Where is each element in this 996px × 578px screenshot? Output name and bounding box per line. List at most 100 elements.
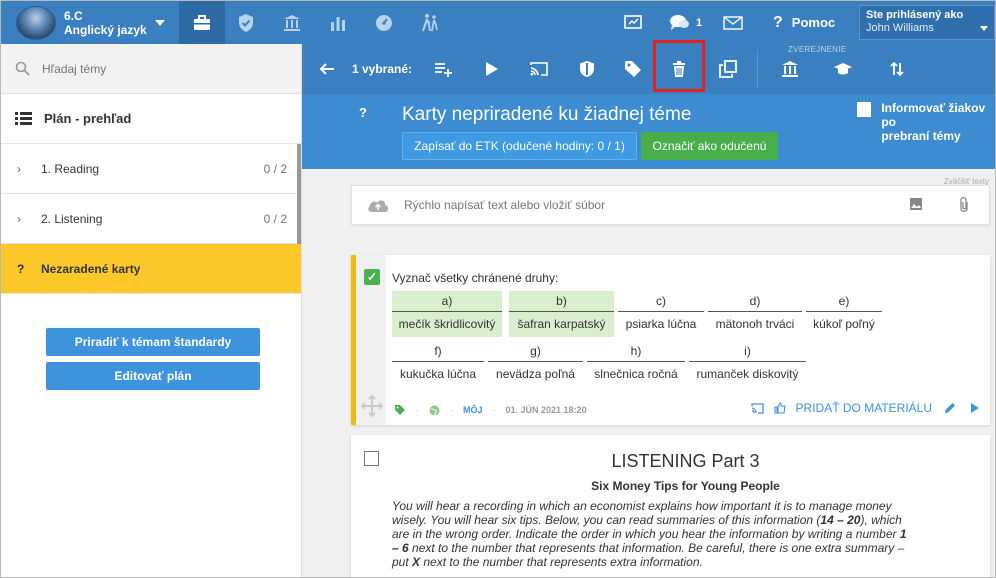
chevron-right-icon: ›: [17, 161, 21, 176]
sidebar-item-label: 1. Reading: [41, 161, 100, 176]
globe-icon[interactable]: [429, 405, 440, 416]
edit-plan-button[interactable]: Editovať plán: [46, 362, 260, 390]
chat-icon[interactable]: 1: [669, 1, 702, 44]
option-letter: c): [618, 291, 704, 312]
class-name: Anglický jazyk: [64, 22, 147, 37]
attachment-icon[interactable]: [958, 197, 970, 213]
option-text: kukučka lúčna: [399, 367, 477, 381]
user-label: Ste prihlásený ako: [866, 9, 964, 21]
quick-input[interactable]: Rýchlo napísať text alebo vložiť súbor: [351, 185, 990, 225]
play-icon[interactable]: [476, 44, 506, 94]
tag-icon[interactable]: [618, 44, 648, 94]
write-etk-button[interactable]: Zapísať do ETK (odučené hodiny: 0 / 1): [402, 132, 637, 160]
chevron-down-icon: [980, 26, 988, 31]
institution-icon[interactable]: [775, 44, 805, 94]
inform-checkbox[interactable]: [857, 102, 872, 117]
answer-option[interactable]: f) kukučka lúčna: [392, 341, 484, 387]
answer-option[interactable]: i) rumanček diskovitý: [689, 341, 806, 387]
answer-option[interactable]: a) mečík škridlicovitý: [392, 291, 502, 337]
separator-dot: ·: [492, 405, 496, 415]
instructions-text: You will hear a recording in which an ec…: [392, 499, 892, 527]
selected-count: 1 vybrané:: [352, 62, 413, 76]
card-title: LISTENING Part 3: [611, 451, 760, 471]
answer-option[interactable]: c) psiarka lúčna: [618, 291, 704, 337]
mark-taught-button[interactable]: Označiť ako odučenú: [641, 132, 778, 160]
help-link[interactable]: ? Pomoc: [773, 1, 835, 44]
sidebar: Plán - prehľad › 1. Reading 0 / 2 › 2. L…: [1, 44, 302, 577]
mail-icon[interactable]: [723, 1, 743, 44]
shield-icon[interactable]: [572, 44, 602, 94]
chevron-right-icon: ›: [17, 211, 21, 226]
card-actions: PRIDAŤ DO MATERIÁLU: [750, 401, 980, 415]
class-selector[interactable]: 6.C Anglický jazyk: [1, 1, 179, 44]
answer-option[interactable]: d) mätonoh trváci: [708, 291, 802, 337]
assign-standards-button[interactable]: Priradiť k témam štandardy: [46, 328, 260, 356]
selection-action-bar: 1 vybrané: ZVEREJNENIE: [302, 40, 995, 94]
shield-check-icon[interactable]: [223, 1, 269, 44]
answer-option[interactable]: e) kúkoľ poľný: [806, 291, 882, 337]
answer-option[interactable]: h) slnečnica ročná: [587, 341, 685, 387]
briefcase-icon[interactable]: [179, 1, 225, 44]
institution-icon[interactable]: [269, 1, 315, 44]
class-code: 6.C: [64, 8, 83, 23]
answer-option[interactable]: b) šafran karpatský: [509, 291, 614, 337]
topic-search[interactable]: [1, 44, 301, 94]
card-checkbox-checked[interactable]: ✓: [364, 269, 380, 285]
copy-icon[interactable]: [713, 44, 743, 94]
app-frame: 6.C Anglický jazyk 1 ? Pomoc Ste prihlás…: [0, 0, 996, 578]
tag-icon[interactable]: [394, 404, 406, 416]
answer-option[interactable]: g) nevädza poľná: [488, 341, 583, 387]
card-instructions: You will hear a recording in which an ec…: [392, 499, 912, 569]
scroll-indicator: [297, 144, 301, 194]
sidebar-item-label: 2. Listening: [41, 211, 103, 226]
walking-people-icon[interactable]: [407, 1, 453, 44]
image-icon[interactable]: [909, 197, 923, 211]
option-text: nevädza poľná: [496, 367, 575, 381]
sidebar-item-listening[interactable]: › 2. Listening 0 / 2: [1, 194, 301, 244]
inform-students-toggle[interactable]: Informovať žiakov po prebraní témy: [857, 101, 995, 143]
play-icon[interactable]: [970, 402, 980, 414]
quiz-card[interactable]: ✓ Vyznač všetky chránené druhy: a) mečík …: [351, 255, 990, 425]
move-icon[interactable]: [361, 395, 383, 417]
user-menu[interactable]: Ste prihlásený ako John Williams: [859, 5, 995, 40]
help-icon: ?: [773, 13, 783, 31]
sidebar-item-label: Nezaradené karty: [41, 261, 141, 276]
question-prompt: Vyznač všetky chránené druhy:: [392, 271, 559, 285]
card-subtitle: Six Money Tips for Young People: [591, 479, 780, 493]
add-to-list-icon[interactable]: [428, 44, 458, 94]
sort-arrows-icon[interactable]: [882, 44, 912, 94]
instructions-range: 14 – 20: [820, 513, 861, 527]
inform-label-line2: prebraní témy: [881, 129, 961, 143]
sidebar-item-count: 0 / 2: [263, 211, 287, 226]
option-text: mätonoh trváci: [715, 317, 795, 331]
sidebar-item-reading[interactable]: › 1. Reading 0 / 2: [1, 144, 301, 194]
dashboard-icon[interactable]: [361, 1, 407, 44]
search-input[interactable]: [42, 61, 242, 76]
help-label: Pomoc: [791, 15, 836, 30]
topic-header: ? Karty nepriradené ku žiadnej téme Zapí…: [302, 94, 995, 169]
thumbs-up-icon[interactable]: [773, 402, 786, 414]
sidebar-item-count: 0 / 2: [263, 161, 287, 176]
cast-icon[interactable]: [524, 44, 554, 94]
cast-icon[interactable]: [623, 1, 643, 44]
pencil-icon[interactable]: [944, 402, 956, 414]
divider: [757, 50, 758, 88]
option-letter: b): [509, 291, 614, 312]
back-arrow-icon[interactable]: [316, 44, 338, 94]
cast-icon[interactable]: [750, 402, 764, 414]
option-text: rumanček diskovitý: [696, 367, 799, 381]
separator-dot: ·: [450, 405, 453, 415]
add-to-material-link[interactable]: PRIDAŤ DO MATERIÁLU: [796, 401, 932, 415]
search-icon: [15, 61, 30, 76]
plan-overview[interactable]: Plán - prehľad: [1, 94, 301, 144]
listening-card[interactable]: LISTENING Part 3 Six Money Tips for Youn…: [351, 435, 990, 577]
bar-chart-icon[interactable]: [315, 1, 361, 44]
card-footer: · · MÔJ · 01. JÚN 2021 18:20 PRIDAŤ DO M…: [394, 401, 980, 419]
question-icon: ?: [17, 261, 25, 276]
graduation-cap-icon[interactable]: [828, 44, 858, 94]
class-avatar: [16, 5, 56, 40]
owner-label[interactable]: MÔJ: [463, 405, 483, 415]
option-letter: i): [689, 341, 806, 362]
inform-label-line1: Informovať žiakov po: [881, 101, 986, 129]
sidebar-item-unassigned-cards[interactable]: ? Nezaradené karty: [1, 244, 301, 294]
